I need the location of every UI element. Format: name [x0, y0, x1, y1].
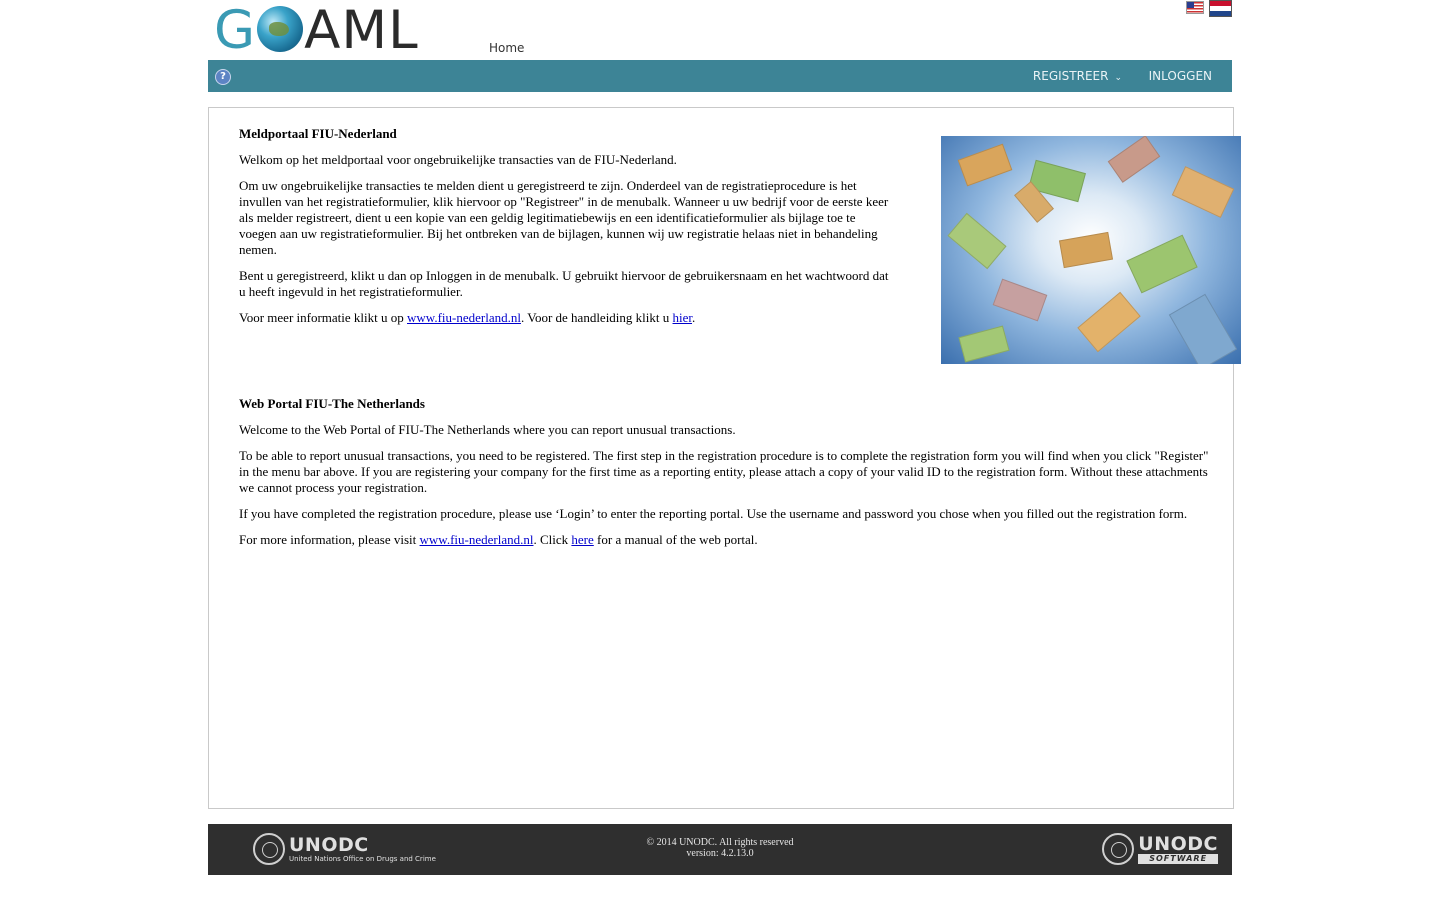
- logo-text: G AML: [214, 0, 419, 61]
- dutch-info-text: Voor meer informatie klikt u op www.fiu-…: [239, 310, 696, 325]
- home-link[interactable]: Home: [489, 41, 524, 55]
- main-content: Meldportaal FIU-Nederland Welkom op het …: [208, 107, 1241, 809]
- registreer-menu[interactable]: REGISTREER ⌄: [1033, 60, 1122, 92]
- footer-info: © 2014 UNODC. All rights reserved versio…: [208, 837, 1232, 859]
- english-welcome: Welcome to the Web Portal of FIU-The Net…: [239, 422, 736, 437]
- globe-icon: [257, 6, 304, 52]
- english-login-text: If you have completed the registration p…: [239, 506, 1188, 521]
- menu-bar: ? REGISTREER ⌄ INLOGGEN: [208, 60, 1232, 92]
- header: G AML Home: [208, 0, 1232, 60]
- fiu-website-link-nl[interactable]: www.fiu-nederland.nl: [407, 310, 521, 325]
- manual-link-en[interactable]: here: [571, 532, 593, 547]
- dutch-title: Meldportaal FIU-Nederland: [239, 126, 397, 141]
- footer: UNODC United Nations Office on Drugs and…: [208, 824, 1232, 875]
- dutch-login-text: Bent u geregistreerd, klikt u dan op Inl…: [239, 268, 889, 299]
- fiu-website-link-en[interactable]: www.fiu-nederland.nl: [420, 532, 534, 547]
- version-text: version: 4.2.13.0: [686, 848, 754, 859]
- help-icon[interactable]: ?: [215, 69, 231, 85]
- english-info-text: For more information, please visit www.f…: [239, 532, 758, 547]
- un-emblem-icon: [1102, 833, 1135, 865]
- english-flag-icon[interactable]: [1186, 1, 1204, 14]
- goaml-logo[interactable]: G AML: [214, 4, 468, 58]
- dutch-registration-text: Om uw ongebruikelijke transacties te mel…: [239, 178, 889, 257]
- dutch-welcome: Welkom op het meldportaal voor ongebruik…: [239, 152, 677, 167]
- euro-banknotes-image: [941, 136, 1241, 364]
- english-title: Web Portal FIU-The Netherlands: [239, 396, 425, 411]
- language-flags: [1186, 0, 1232, 17]
- unodc-software-logo: UNODC SOFTWARE: [1102, 833, 1218, 865]
- chevron-down-icon: ⌄: [1114, 73, 1122, 83]
- english-section: Web Portal FIU-The Netherlands Welcome t…: [239, 396, 1209, 548]
- dutch-section: Meldportaal FIU-Nederland Welkom op het …: [239, 126, 891, 326]
- registreer-label: REGISTREER: [1032, 69, 1109, 83]
- english-registration-text: To be able to report unusual transaction…: [239, 448, 1209, 495]
- dutch-flag-icon[interactable]: [1209, 0, 1232, 17]
- inloggen-menu[interactable]: INLOGGEN: [1149, 60, 1212, 92]
- manual-link-nl[interactable]: hier: [673, 310, 693, 325]
- copyright-text: © 2014 UNODC. All rights reserved: [646, 837, 794, 848]
